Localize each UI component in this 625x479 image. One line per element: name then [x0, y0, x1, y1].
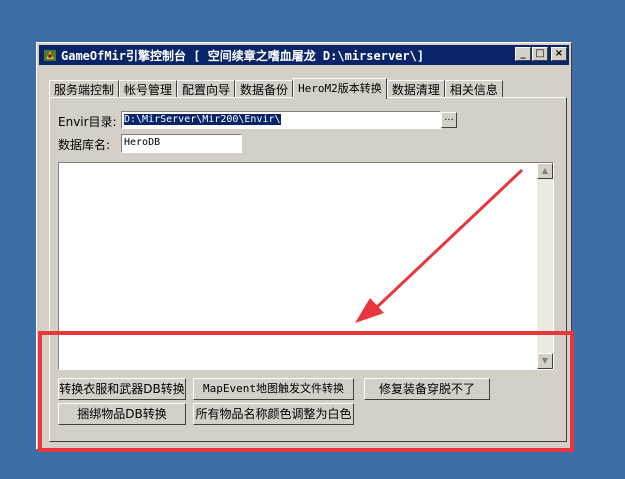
tab-herom2-conversion[interactable]: HeroM2版本转换	[293, 78, 387, 99]
annotation-arrow-icon	[355, 168, 524, 323]
